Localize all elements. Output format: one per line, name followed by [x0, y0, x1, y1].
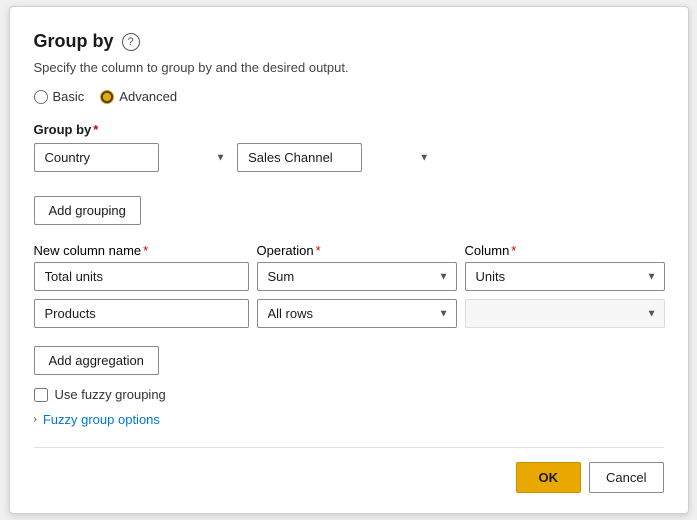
new-column-input-2[interactable] — [34, 299, 249, 328]
fuzzy-grouping-checkbox[interactable] — [34, 388, 48, 402]
group-by-dropdown-2[interactable]: Country Sales Channel Products ▼ — [237, 143, 437, 172]
advanced-radio-label[interactable]: Advanced — [100, 89, 177, 104]
group-by-dialog: Group by ? Specify the column to group b… — [9, 6, 689, 514]
column-cell-2: ▼ — [465, 299, 665, 328]
operation-select-1[interactable]: Sum Average Min Max Count Count Distinct… — [257, 262, 457, 291]
fuzzy-group-options-row[interactable]: › Fuzzy group options — [34, 412, 664, 427]
operation-select-2[interactable]: Sum Average Min Max Count Count Distinct… — [257, 299, 457, 328]
column-header: Column* — [465, 243, 665, 258]
column-cell-1[interactable]: Units Products Country Sales Channel ▼ — [465, 262, 665, 291]
dialog-footer: OK Cancel — [34, 447, 664, 493]
new-column-cell-1 — [34, 262, 249, 291]
fuzzy-group-options-label: Fuzzy group options — [43, 412, 160, 427]
group-by-select-2[interactable]: Country Sales Channel Products — [237, 143, 362, 172]
ok-button[interactable]: OK — [516, 462, 582, 493]
add-grouping-button[interactable]: Add grouping — [34, 196, 141, 225]
dialog-title: Group by — [34, 31, 114, 52]
operation-cell-1[interactable]: Sum Average Min Max Count Count Distinct… — [257, 262, 457, 291]
title-row: Group by ? — [34, 31, 664, 52]
help-icon[interactable]: ? — [122, 33, 140, 51]
basic-radio[interactable] — [34, 90, 48, 104]
column-select-1[interactable]: Units Products Country Sales Channel — [465, 262, 665, 291]
fuzzy-grouping-row: Use fuzzy grouping — [34, 387, 664, 402]
group-by-section: Group by* Country Sales Channel Products… — [34, 122, 664, 180]
radio-row: Basic Advanced — [34, 89, 664, 104]
group-by-select-1[interactable]: Country Sales Channel Products — [34, 143, 159, 172]
cancel-button[interactable]: Cancel — [589, 462, 663, 493]
chevron-down-icon: ▼ — [216, 152, 226, 163]
chevron-down-icon-2: ▼ — [419, 152, 429, 163]
new-column-header: New column name* — [34, 243, 249, 258]
column-select-2 — [465, 299, 665, 328]
add-aggregation-button[interactable]: Add aggregation — [34, 346, 159, 375]
group-by-label: Group by* — [34, 122, 664, 137]
fuzzy-grouping-label[interactable]: Use fuzzy grouping — [55, 387, 166, 402]
operation-header: Operation* — [257, 243, 457, 258]
chevron-right-icon: › — [34, 414, 37, 425]
group-by-dropdown-1[interactable]: Country Sales Channel Products ▼ — [34, 143, 234, 172]
new-column-cell-2 — [34, 299, 249, 328]
aggregation-row-2: Sum Average Min Max Count Count Distinct… — [34, 299, 664, 328]
advanced-radio-text: Advanced — [119, 89, 177, 104]
aggregation-headers: New column name* Operation* Column* — [34, 243, 664, 258]
advanced-radio[interactable] — [100, 90, 114, 104]
basic-radio-text: Basic — [53, 89, 85, 104]
aggregation-row-1: Sum Average Min Max Count Count Distinct… — [34, 262, 664, 291]
dialog-subtitle: Specify the column to group by and the d… — [34, 60, 664, 75]
new-column-input-1[interactable] — [34, 262, 249, 291]
operation-cell-2[interactable]: Sum Average Min Max Count Count Distinct… — [257, 299, 457, 328]
basic-radio-label[interactable]: Basic — [34, 89, 85, 104]
